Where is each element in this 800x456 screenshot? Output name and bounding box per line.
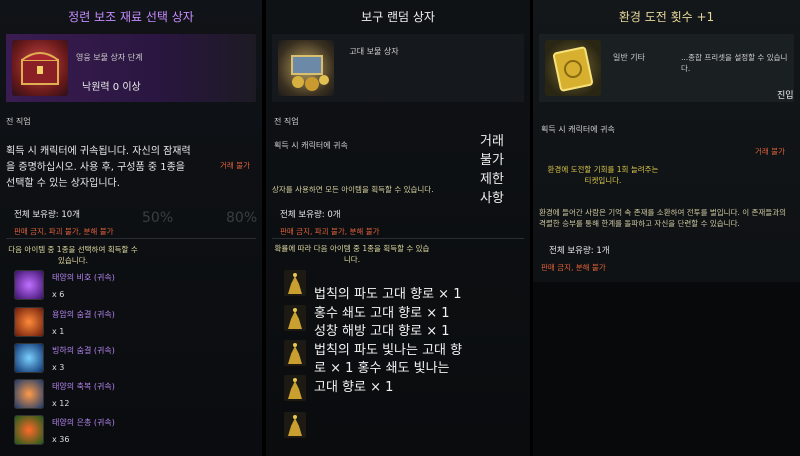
sun-blessing-icon bbox=[14, 379, 44, 409]
incense-icon bbox=[284, 305, 306, 331]
trade-status: 거래 불가 bbox=[220, 161, 250, 170]
holdings: 전체 보유량: 10개 bbox=[14, 210, 81, 220]
item-description: 획득 시 캐릭터에 귀속됩니다. 자신의 잠재력을 증명하십시오. 사용 후, … bbox=[6, 146, 191, 189]
sun-grace-icon bbox=[14, 415, 44, 445]
ghost-text-1: 50% bbox=[142, 210, 174, 226]
treasure-chest-icon bbox=[12, 40, 68, 96]
restrictions: 판매 금지, 분해 불가 bbox=[541, 263, 606, 272]
list-item[interactable]: 태양의 은총 (귀속) x 36 bbox=[14, 415, 244, 447]
preset-note: ...종합 프리셋을 설정할 수 있습니다. bbox=[681, 53, 788, 73]
trade-status: 거래 불가 bbox=[755, 147, 785, 156]
incense-icon bbox=[284, 340, 306, 366]
trade-status: 거래 불가 제한 사항 bbox=[480, 134, 504, 206]
contents-list: 법칙의 파도 고대 향로 × 1 홍수 쇄도 고대 향로 × 1 성창 해방 고… bbox=[314, 287, 463, 395]
item-header: 영웅 보물 상자 단계 낙원력 0 이상 bbox=[6, 34, 256, 102]
use-note: 상자를 사용하면 모든 아이템을 획득할 수 있습니다. bbox=[272, 185, 434, 194]
holdings: 전체 보유량: 0개 bbox=[280, 210, 341, 220]
ghost-text-2: 80% bbox=[226, 210, 258, 226]
bind-text: 획득 시 캐릭터에 귀속 bbox=[274, 141, 348, 150]
item-header: 일반 기타 ...종합 프리셋을 설정할 수 있습니다. bbox=[539, 34, 794, 102]
enter-button[interactable]: 진입 bbox=[777, 88, 794, 101]
holdings: 전체 보유량: 1개 bbox=[549, 246, 610, 256]
item-tooltip-challenge-ticket: 환경 도전 횟수 +1 일반 기타 ...종합 프리셋을 설정할 수 있습니다.… bbox=[533, 0, 800, 456]
item-requirement: 낙원력 0 이상 bbox=[82, 82, 141, 93]
lava-breath-icon bbox=[14, 307, 44, 337]
incense-icon bbox=[284, 412, 306, 438]
list-item[interactable]: 용암의 숨결 (귀속) x 1 bbox=[14, 307, 244, 339]
empty-area bbox=[533, 282, 800, 456]
bind-text: 획득 시 캐릭터에 귀속 bbox=[541, 125, 615, 134]
glacier-breath-icon bbox=[14, 343, 44, 373]
divider bbox=[6, 238, 256, 239]
class-label: 전 직업 bbox=[274, 117, 299, 126]
lore-text: 환경에 들어간 사람은 기억 속 존재를 소환하여 전투를 벌입니다. 이 존재… bbox=[539, 208, 787, 228]
item-grade: 고대 보물 상자 bbox=[349, 47, 399, 56]
incense-icon bbox=[284, 270, 306, 296]
item-grade: 영웅 보물 상자 단계 bbox=[76, 53, 143, 62]
item-title: 환경 도전 횟수 +1 bbox=[618, 10, 715, 24]
list-item[interactable]: 태양의 축복 (귀속) x 12 bbox=[14, 379, 244, 411]
divider bbox=[272, 238, 524, 239]
item-tooltip-refine-box: 정련 보조 재료 선택 상자 영웅 보물 상자 단계 낙원력 0 이상 전 직업… bbox=[0, 0, 262, 456]
item-grade: 일반 기타 bbox=[613, 53, 645, 62]
list-item[interactable]: 빙하의 숨결 (귀속) x 3 bbox=[14, 343, 244, 375]
sun-protection-icon bbox=[14, 270, 44, 300]
item-header: 고대 보물 상자 bbox=[272, 34, 524, 102]
effect-text: 환경에 도전할 기회를 1회 늘려주는 티켓입니다. bbox=[547, 165, 659, 185]
restrictions: 판매 금지, 파괴 불가, 분해 불가 bbox=[280, 227, 380, 236]
golden-ticket-icon bbox=[545, 40, 601, 96]
class-label: 전 직업 bbox=[6, 117, 31, 126]
item-title: 정련 보조 재료 선택 상자 bbox=[68, 10, 194, 24]
list-item[interactable]: 태양의 비호 (귀속) x 6 bbox=[14, 270, 244, 302]
item-title: 보구 랜덤 상자 bbox=[361, 10, 435, 24]
restrictions: 판매 금지, 파괴 불가, 분해 불가 bbox=[14, 227, 114, 236]
probability-note: 확률에 따라 다음 아이템 중 1종을 획득할 수 있습니다. bbox=[274, 244, 430, 264]
treasure-pile-icon bbox=[278, 40, 334, 96]
select-note: 다음 아이템 중 1종을 선택하여 획득할 수 있습니다. bbox=[8, 245, 138, 265]
incense-icon bbox=[284, 375, 306, 401]
